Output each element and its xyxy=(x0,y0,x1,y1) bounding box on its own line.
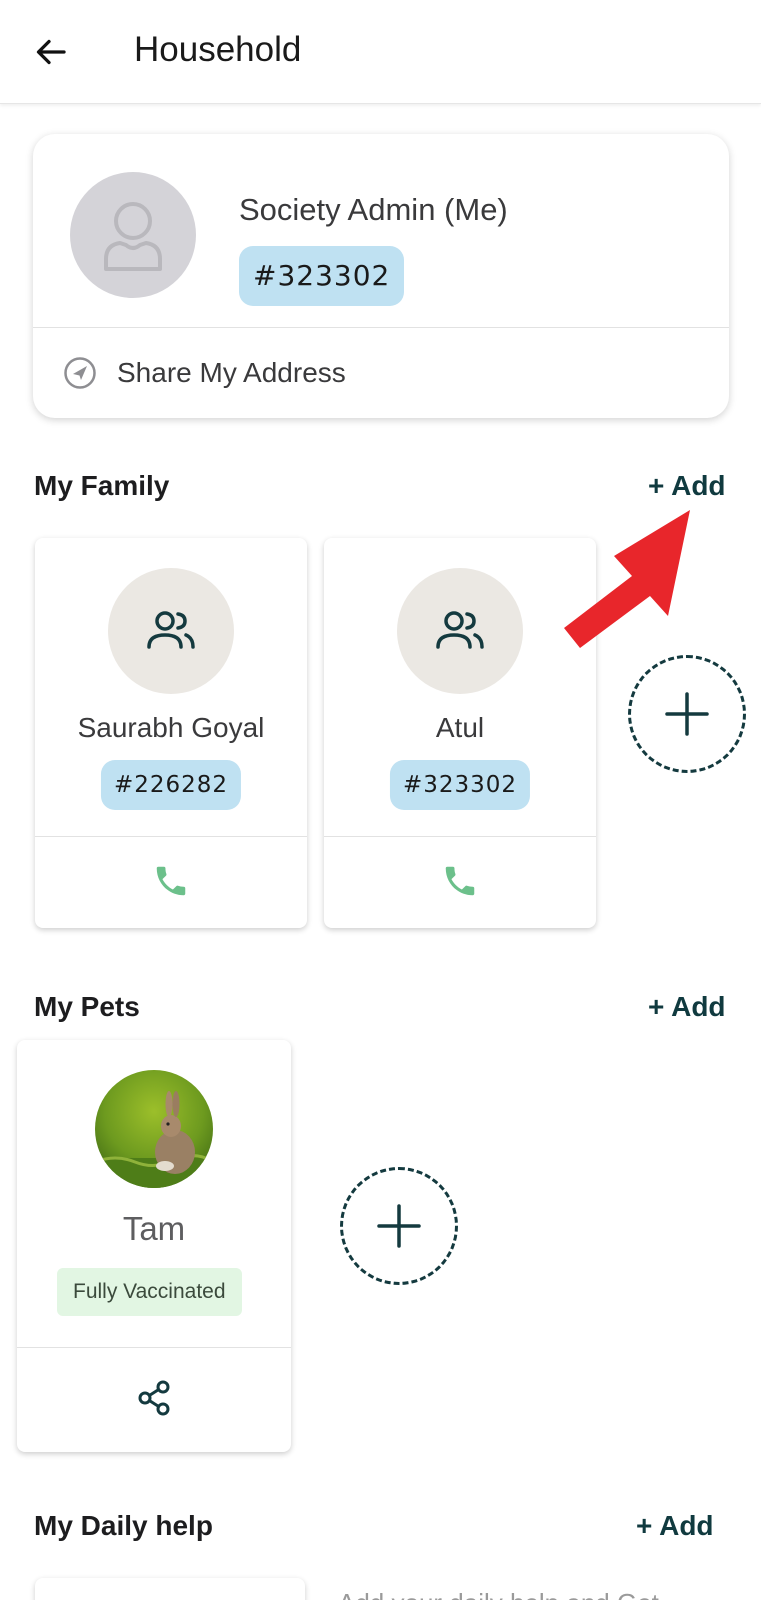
member-avatar xyxy=(397,568,523,694)
arrow-left-icon xyxy=(36,39,66,65)
share-pet-button[interactable] xyxy=(136,1378,172,1418)
add-family-member-button[interactable] xyxy=(628,655,746,773)
add-family-button[interactable]: + Add xyxy=(648,470,726,502)
daily-help-card[interactable] xyxy=(35,1578,305,1600)
app-header: Household xyxy=(0,0,761,104)
plus-icon xyxy=(665,692,709,736)
daily-help-hint: Add your daily help and Get xyxy=(338,1588,659,1600)
add-pet-button[interactable]: + Add xyxy=(648,991,726,1023)
divider xyxy=(33,327,729,328)
divider xyxy=(17,1347,291,1348)
daily-help-section-title: My Daily help xyxy=(34,1510,213,1541)
family-member-card[interactable]: Saurabh Goyal #226282 xyxy=(35,538,307,928)
member-name: Atul xyxy=(435,712,485,743)
avatar[interactable] xyxy=(70,172,196,298)
add-pet-circle-button[interactable] xyxy=(340,1167,458,1285)
share-address-button[interactable]: Share My Address xyxy=(63,346,346,400)
users-icon xyxy=(147,611,195,649)
call-button[interactable] xyxy=(440,858,480,904)
divider xyxy=(324,836,596,837)
user-placeholder-icon xyxy=(104,202,162,271)
profile-name: Society Admin (Me) xyxy=(239,192,508,227)
share-address-label: Share My Address xyxy=(117,357,346,388)
users-icon xyxy=(436,611,484,649)
pets-section-title: My Pets xyxy=(34,991,140,1022)
annotation-arrow-icon xyxy=(564,510,690,648)
member-id-badge: #323302 xyxy=(389,760,531,810)
profile-id-badge: #323302 xyxy=(239,246,405,306)
profile-card: Society Admin (Me) #323302 Share My Addr… xyxy=(33,134,729,418)
member-name: Saurabh Goyal xyxy=(77,712,265,743)
member-avatar xyxy=(108,568,234,694)
phone-icon xyxy=(445,866,475,896)
navigation-icon xyxy=(63,356,97,390)
plus-icon xyxy=(377,1204,421,1248)
family-section-title: My Family xyxy=(34,470,170,501)
vaccination-badge: Fully Vaccinated xyxy=(57,1268,242,1316)
share-icon xyxy=(138,1380,170,1416)
call-button[interactable] xyxy=(151,858,191,904)
pet-card[interactable]: Tam Fully Vaccinated xyxy=(17,1040,291,1452)
add-daily-help-button[interactable]: + Add xyxy=(636,1510,714,1542)
pet-photo xyxy=(95,1070,213,1188)
phone-icon xyxy=(156,866,186,896)
back-button[interactable] xyxy=(30,30,74,74)
pet-name: Tam xyxy=(122,1210,186,1247)
family-member-card[interactable]: Atul #323302 xyxy=(324,538,596,928)
member-id-badge: #226282 xyxy=(100,760,242,810)
page-title: Household xyxy=(134,30,302,69)
divider xyxy=(35,836,307,837)
